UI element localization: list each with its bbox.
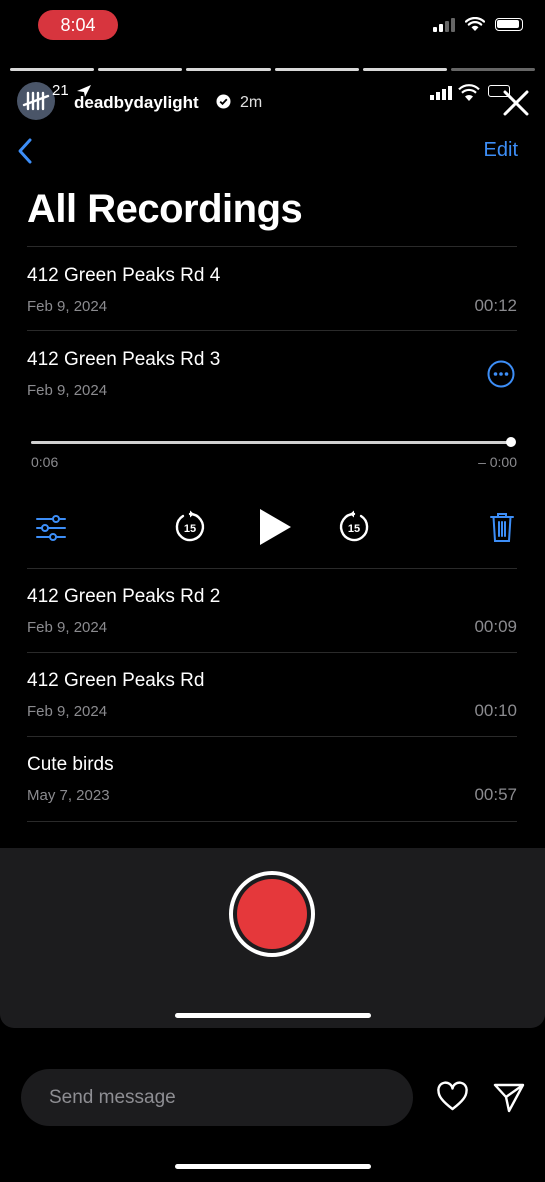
cellular-signal-icon <box>433 17 455 32</box>
playback-scrubber-knob[interactable] <box>506 437 516 447</box>
tally-logo-icon <box>22 91 50 111</box>
recording-name[interactable]: 412 Green Peaks Rd 2 <box>27 586 220 608</box>
list-divider <box>27 736 517 737</box>
list-divider <box>27 568 517 569</box>
story-username[interactable]: deadbydaylight <box>74 93 199 113</box>
wifi-icon <box>465 17 485 31</box>
record-icon <box>237 879 307 949</box>
recording-duration: 00:12 <box>474 296 517 315</box>
heart-icon[interactable] <box>436 1081 469 1113</box>
battery-icon <box>495 18 523 31</box>
recording-name[interactable]: 412 Green Peaks Rd <box>27 670 204 692</box>
story-progress <box>10 68 536 71</box>
overlay-wifi-icon <box>458 84 480 101</box>
home-indicator <box>175 1164 371 1169</box>
playback-scrubber-fill <box>31 441 511 444</box>
story-count: 21 <box>52 82 69 99</box>
recording-name[interactable]: 412 Green Peaks Rd 3 <box>27 349 220 371</box>
skip-forward-button[interactable]: 15 <box>337 510 371 544</box>
more-options-icon[interactable] <box>487 360 515 388</box>
status-time: 8:04 <box>38 10 118 40</box>
home-indicator <box>175 1013 371 1018</box>
status-icons <box>433 17 523 32</box>
avatar[interactable] <box>17 82 55 120</box>
page-title: All Recordings <box>27 187 303 231</box>
verified-badge-icon <box>216 94 231 109</box>
trash-icon[interactable] <box>489 511 515 543</box>
list-divider <box>27 246 517 247</box>
send-icon[interactable] <box>492 1081 526 1113</box>
record-button[interactable] <box>229 871 315 957</box>
recording-date: Feb 9, 2024 <box>27 298 108 315</box>
skip-forward-icon: 15 <box>339 510 369 542</box>
list-divider <box>27 821 517 822</box>
skip-back-button[interactable]: 15 <box>173 510 207 544</box>
recording-duration: 00:09 <box>474 617 517 636</box>
recording-name[interactable]: 412 Green Peaks Rd 4 <box>27 265 220 287</box>
list-divider <box>27 330 517 331</box>
send-message-input[interactable]: Send message <box>21 1069 413 1126</box>
recording-date: May 7, 2023 <box>27 787 110 804</box>
recording-duration: 00:10 <box>474 701 517 720</box>
recording-name[interactable]: Cute birds <box>27 754 114 776</box>
overlay-signal-icon <box>430 86 452 100</box>
play-icon[interactable] <box>257 507 293 547</box>
edit-button[interactable]: Edit <box>484 139 518 162</box>
close-icon[interactable] <box>499 86 533 120</box>
skip-back-label: 15 <box>184 523 196 535</box>
sliders-icon[interactable] <box>35 514 67 542</box>
list-divider <box>27 652 517 653</box>
back-chevron-icon[interactable] <box>14 136 38 166</box>
recording-date: Feb 9, 2024 <box>27 703 108 720</box>
elapsed-time: 0:06 <box>31 454 59 470</box>
remaining-time: – 0:00 <box>478 454 517 470</box>
skip-forward-label: 15 <box>348 523 360 535</box>
recording-duration: 00:57 <box>474 785 517 804</box>
skip-back-icon: 15 <box>175 510 205 542</box>
recording-date: Feb 9, 2024 <box>27 382 108 399</box>
story-time-ago: 2m <box>240 94 263 111</box>
recording-date: Feb 9, 2024 <box>27 619 108 636</box>
